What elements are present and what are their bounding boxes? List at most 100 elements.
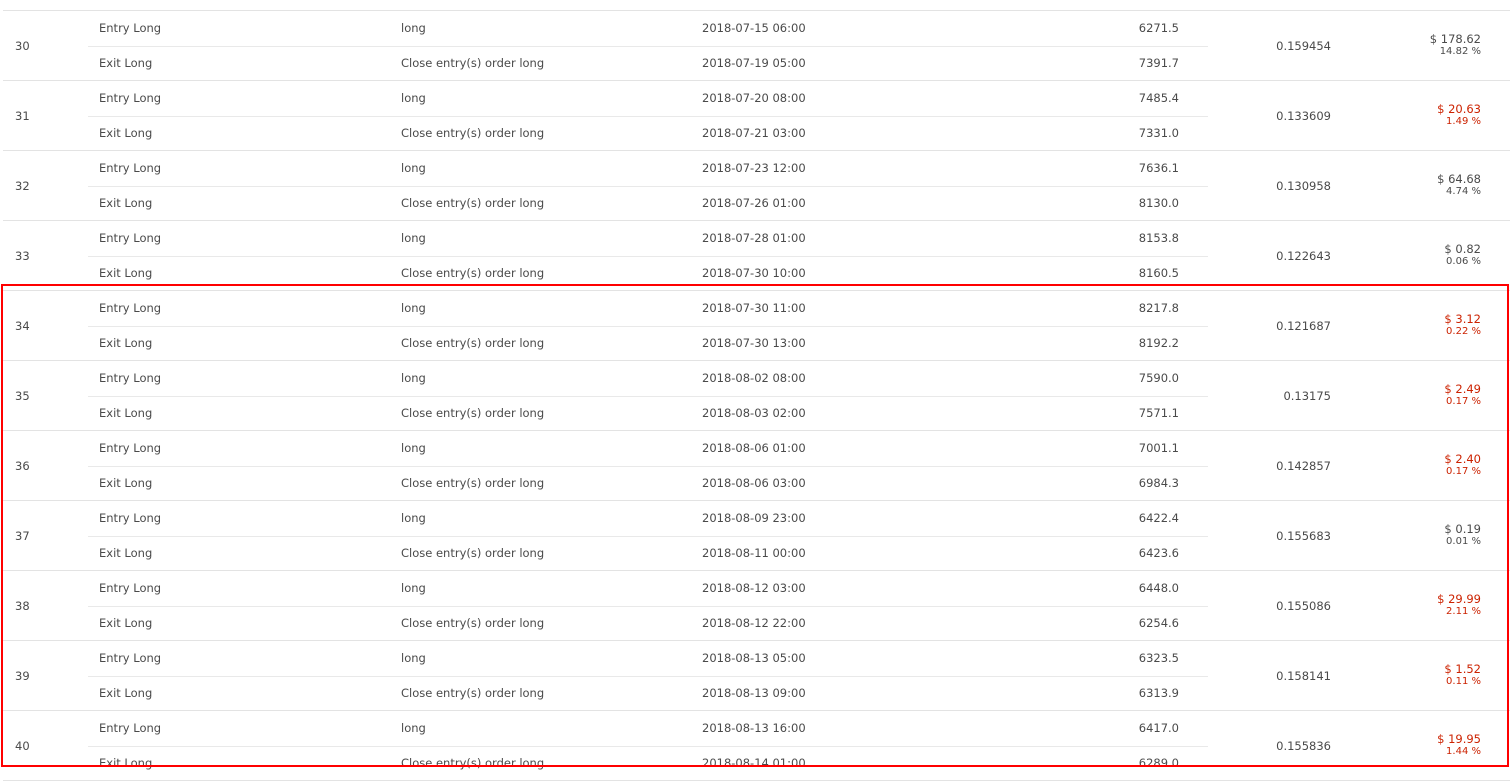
- row-divider: [88, 466, 1208, 467]
- profit-percent: 2.11 %: [1446, 606, 1481, 617]
- entry-type: Entry Long: [99, 371, 162, 385]
- exit-price: 7391.7: [1138, 56, 1179, 70]
- trade-row: 31 Entry Long long 2018-07-20 08:00 7485…: [0, 81, 1510, 151]
- entry-date: 2018-08-13 05:00: [702, 651, 806, 665]
- profit-cell: $ 3.12 0.22 %: [1444, 313, 1481, 338]
- entry-date: 2018-07-15 06:00: [702, 21, 806, 35]
- entry-signal: long: [401, 161, 426, 175]
- entry-date: 2018-07-20 08:00: [702, 91, 806, 105]
- exit-signal: Close entry(s) order long: [401, 266, 545, 280]
- exit-date: 2018-08-06 03:00: [702, 476, 806, 490]
- row-divider: [88, 746, 1208, 747]
- profit-cell: $ 2.49 0.17 %: [1444, 383, 1481, 408]
- contracts-value: 0.159454: [1276, 39, 1331, 53]
- exit-signal: Close entry(s) order long: [401, 476, 545, 490]
- row-divider: [88, 606, 1208, 607]
- exit-price: 7571.1: [1138, 406, 1179, 420]
- exit-type: Exit Long: [99, 56, 153, 70]
- entry-type: Entry Long: [99, 91, 162, 105]
- exit-signal: Close entry(s) order long: [401, 56, 545, 70]
- profit-amount: $ 1.52: [1444, 662, 1481, 676]
- profit-cell: $ 1.52 0.11 %: [1444, 663, 1481, 688]
- exit-price: 8130.0: [1138, 196, 1179, 210]
- entry-type: Entry Long: [99, 161, 162, 175]
- entry-signal: long: [401, 441, 426, 455]
- row-divider: [88, 676, 1208, 677]
- trade-row: 38 Entry Long long 2018-08-12 03:00 6448…: [0, 571, 1510, 641]
- row-divider: [88, 46, 1208, 47]
- entry-price: 6422.4: [1138, 511, 1179, 525]
- exit-price: 8160.5: [1138, 266, 1179, 280]
- entry-signal: long: [401, 91, 426, 105]
- entry-signal: long: [401, 371, 426, 385]
- profit-amount: $ 29.99: [1437, 592, 1481, 606]
- entry-date: 2018-07-28 01:00: [702, 231, 806, 245]
- row-divider: [88, 396, 1208, 397]
- trade-row: 33 Entry Long long 2018-07-28 01:00 8153…: [0, 221, 1510, 291]
- entry-price: 6448.0: [1138, 581, 1179, 595]
- trade-row: 30 Entry Long long 2018-07-15 06:00 6271…: [0, 11, 1510, 81]
- contracts-value: 0.13175: [1283, 389, 1331, 403]
- exit-price: 6313.9: [1138, 686, 1179, 700]
- trade-number: 39: [15, 669, 30, 683]
- entry-signal: long: [401, 511, 426, 525]
- entry-signal: long: [401, 721, 426, 735]
- exit-signal: Close entry(s) order long: [401, 756, 545, 770]
- exit-price: 7331.0: [1138, 126, 1179, 140]
- profit-amount: $ 0.82: [1444, 242, 1481, 256]
- entry-price: 7590.0: [1138, 371, 1179, 385]
- profit-cell: $ 19.95 1.44 %: [1437, 733, 1481, 758]
- exit-signal: Close entry(s) order long: [401, 126, 545, 140]
- profit-cell: $ 178.62 14.82 %: [1430, 33, 1481, 58]
- exit-price: 6423.6: [1138, 546, 1179, 560]
- trade-number: 33: [15, 249, 30, 263]
- profit-amount: $ 2.49: [1444, 382, 1481, 396]
- entry-type: Entry Long: [99, 721, 162, 735]
- profit-percent: 1.49 %: [1446, 116, 1481, 127]
- exit-signal: Close entry(s) order long: [401, 546, 545, 560]
- entry-type: Entry Long: [99, 581, 162, 595]
- profit-percent: 0.17 %: [1446, 466, 1481, 477]
- contracts-value: 0.122643: [1276, 249, 1331, 263]
- contracts-value: 0.130958: [1276, 179, 1331, 193]
- exit-signal: Close entry(s) order long: [401, 196, 545, 210]
- profit-cell: $ 0.19 0.01 %: [1444, 523, 1481, 548]
- trade-number: 36: [15, 459, 30, 473]
- entry-date: 2018-07-23 12:00: [702, 161, 806, 175]
- trade-row: 36 Entry Long long 2018-08-06 01:00 7001…: [0, 431, 1510, 501]
- trade-row: 34 Entry Long long 2018-07-30 11:00 8217…: [0, 291, 1510, 361]
- entry-signal: long: [401, 21, 426, 35]
- profit-percent: 0.22 %: [1446, 326, 1481, 337]
- exit-date: 2018-08-03 02:00: [702, 406, 806, 420]
- contracts-value: 0.155836: [1276, 739, 1331, 753]
- entry-signal: long: [401, 231, 426, 245]
- exit-signal: Close entry(s) order long: [401, 336, 545, 350]
- exit-type: Exit Long: [99, 686, 153, 700]
- entry-date: 2018-07-30 11:00: [702, 301, 806, 315]
- contracts-value: 0.155086: [1276, 599, 1331, 613]
- entry-price: 7636.1: [1138, 161, 1179, 175]
- profit-percent: 1.44 %: [1446, 746, 1481, 757]
- trade-number: 34: [15, 319, 30, 333]
- entry-type: Entry Long: [99, 301, 162, 315]
- entry-type: Entry Long: [99, 651, 162, 665]
- exit-date: 2018-08-14 01:00: [702, 756, 806, 770]
- profit-percent: 0.11 %: [1446, 676, 1481, 687]
- profit-amount: $ 2.40: [1444, 452, 1481, 466]
- entry-signal: long: [401, 581, 426, 595]
- row-divider: [88, 536, 1208, 537]
- profit-percent: 0.17 %: [1446, 396, 1481, 407]
- profit-amount: $ 64.68: [1437, 172, 1481, 186]
- entry-type: Entry Long: [99, 511, 162, 525]
- trade-row: 32 Entry Long long 2018-07-23 12:00 7636…: [0, 151, 1510, 221]
- exit-date: 2018-07-26 01:00: [702, 196, 806, 210]
- exit-type: Exit Long: [99, 336, 153, 350]
- entry-date: 2018-08-06 01:00: [702, 441, 806, 455]
- exit-signal: Close entry(s) order long: [401, 616, 545, 630]
- trade-row: 39 Entry Long long 2018-08-13 05:00 6323…: [0, 641, 1510, 711]
- profit-percent: 0.06 %: [1446, 256, 1481, 267]
- entry-type: Entry Long: [99, 21, 162, 35]
- entry-price: 6417.0: [1138, 721, 1179, 735]
- entry-price: 7485.4: [1138, 91, 1179, 105]
- contracts-value: 0.155683: [1276, 529, 1331, 543]
